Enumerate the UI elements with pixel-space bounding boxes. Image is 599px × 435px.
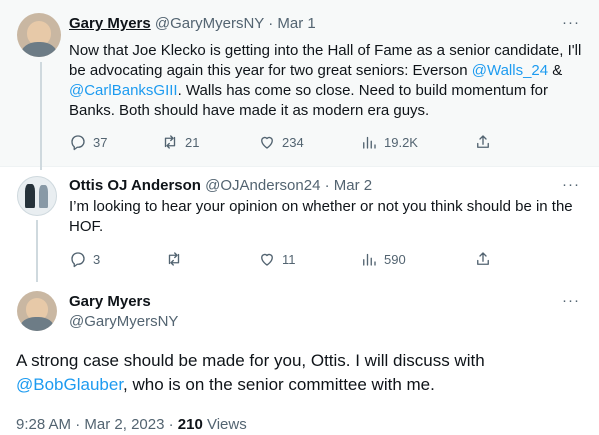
more-icon[interactable]: ··· (562, 292, 580, 309)
like-button[interactable]: 11 (258, 249, 296, 269)
tweet-date[interactable]: Mar 2 (334, 177, 372, 194)
reply-button[interactable]: 37 (69, 132, 107, 152)
author-name[interactable]: Gary Myers (69, 15, 151, 32)
reply-count: 3 (93, 251, 101, 267)
more-icon[interactable]: ··· (562, 14, 580, 31)
views-label: Views (206, 416, 247, 433)
thread-line (40, 62, 42, 170)
author-handle[interactable]: @GaryMyersNY (155, 15, 264, 32)
separator: · (324, 177, 330, 194)
action-bar: 37 21 234 19.2K (69, 132, 569, 152)
thread-line (36, 220, 38, 282)
share-icon (477, 252, 489, 265)
views-icon (363, 253, 376, 266)
tweet-header: Gary Myers @GaryMyersNY · Mar 1 (69, 14, 316, 34)
author-handle[interactable]: @OJAnderson24 (205, 177, 320, 194)
views-button[interactable]: 590 (360, 249, 406, 269)
like-icon (261, 136, 273, 149)
views-icon (363, 136, 376, 149)
author-name[interactable]: Gary Myers (69, 292, 151, 312)
separator: · (268, 15, 274, 32)
author-name[interactable]: Ottis OJ Anderson (69, 177, 201, 194)
separator: · (168, 416, 174, 433)
tweet-text: A strong case should be made for you, Ot… (16, 349, 576, 397)
mention-link[interactable]: @BobGlauber (16, 375, 123, 394)
tweet-text-part: A strong case should be made for you, Ot… (16, 351, 485, 370)
reply-button[interactable]: 3 (69, 249, 100, 269)
tweet-date[interactable]: Mar 2, 2023 (84, 416, 164, 433)
share-button[interactable] (474, 249, 492, 269)
separator: · (75, 416, 81, 433)
action-bar: 3 11 590 (69, 249, 569, 269)
tweet-text: Now that Joe Klecko is getting into the … (69, 41, 589, 121)
avatar[interactable] (17, 291, 57, 331)
mention-link[interactable]: @Walls_24 (472, 62, 548, 79)
avatar[interactable] (17, 13, 61, 57)
views-count: 210 (177, 416, 203, 433)
like-count: 11 (282, 251, 296, 267)
retweet-icon (164, 135, 176, 149)
tweet-time[interactable]: 9:28 AM (16, 416, 71, 433)
views-count: 590 (384, 251, 406, 267)
views-button[interactable]: 19.2K (360, 132, 418, 152)
reply-count: 37 (93, 134, 108, 150)
retweet-count: 21 (185, 134, 200, 150)
retweet-button[interactable] (165, 249, 189, 269)
like-count: 234 (282, 134, 304, 150)
views-count: 19.2K (384, 134, 418, 150)
tweet-date[interactable]: Mar 1 (277, 15, 315, 32)
tweet-header: Ottis OJ Anderson @OJAnderson24 · Mar 2 (69, 176, 372, 196)
share-button[interactable] (474, 132, 492, 152)
avatar[interactable] (17, 176, 57, 216)
author-name-text: Gary Myers (69, 293, 151, 310)
author-handle[interactable]: @GaryMyersNY (69, 312, 178, 332)
tweet-text-part: , who is on the senior committee with me… (123, 375, 435, 394)
reply-icon (71, 135, 85, 151)
tweet-meta: 9:28 AM · Mar 2, 2023 · 210 Views (16, 415, 247, 435)
tweet-text-part: & (548, 62, 563, 79)
like-icon (261, 253, 273, 266)
like-button[interactable]: 234 (258, 132, 304, 152)
retweet-icon (168, 252, 180, 266)
reply-icon (71, 252, 85, 268)
retweet-button[interactable]: 21 (161, 132, 199, 152)
more-icon[interactable]: ··· (562, 176, 580, 193)
mention-link[interactable]: @CarlBanksGIII (69, 82, 178, 99)
tweet-text: I’m looking to hear your opinion on whet… (69, 198, 573, 235)
share-icon (477, 135, 489, 148)
